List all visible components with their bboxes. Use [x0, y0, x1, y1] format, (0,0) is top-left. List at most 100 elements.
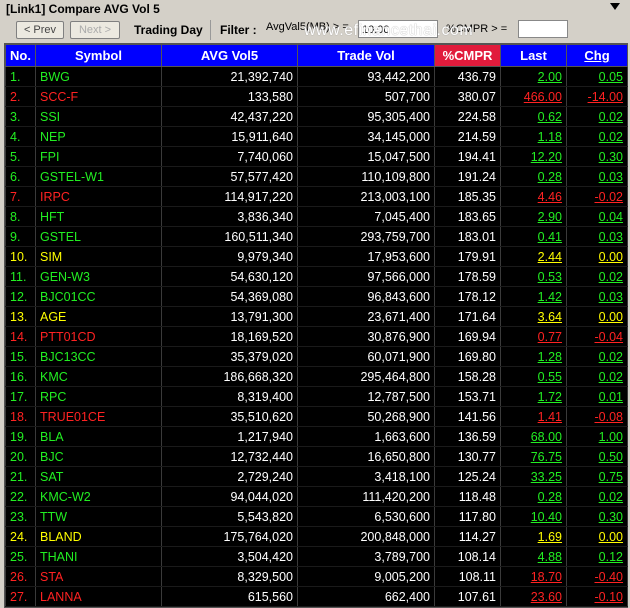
last-price-cell[interactable]: 33.25: [500, 466, 567, 487]
col-symbol-header[interactable]: Symbol: [35, 44, 162, 67]
last-price-cell[interactable]: 1.69: [500, 526, 567, 547]
symbol-cell[interactable]: BLA: [35, 426, 162, 447]
last-price-cell[interactable]: 76.75: [500, 446, 567, 467]
symbol-cell[interactable]: NEP: [35, 126, 162, 147]
table-row[interactable]: 20. BJC 12,732,440 16,650,800 130.77 76.75 0.5…: [5, 446, 628, 467]
symbol-cell[interactable]: THANI: [35, 546, 162, 567]
last-price-cell[interactable]: 0.55: [500, 366, 567, 387]
change-cell[interactable]: -0.40: [566, 566, 628, 587]
symbol-cell[interactable]: LANNA: [35, 586, 162, 607]
symbol-cell[interactable]: BLAND: [35, 526, 162, 547]
change-cell[interactable]: 1.00: [566, 426, 628, 447]
table-row[interactable]: 16. KMC 186,668,320 295,464,800 158.28 0.55 0.…: [5, 366, 628, 387]
last-price-cell[interactable]: 3.64: [500, 306, 567, 327]
table-row[interactable]: 12. BJC01CC 54,369,080 96,843,600 178.12 1.42…: [5, 286, 628, 307]
change-cell[interactable]: 0.00: [566, 246, 628, 267]
last-price-cell[interactable]: 4.46: [500, 186, 567, 207]
table-row[interactable]: 7. IRPC 114,917,220 213,003,100 185.35 4.46 -0…: [5, 186, 628, 207]
table-row[interactable]: 23. TTW 5,543,820 6,530,600 117.80 10.40 0.30: [5, 506, 628, 527]
last-price-cell[interactable]: 0.53: [500, 266, 567, 287]
table-row[interactable]: 3. SSI 42,437,220 95,305,400 224.58 0.62 0.02: [5, 106, 628, 127]
change-cell[interactable]: 0.00: [566, 306, 628, 327]
symbol-cell[interactable]: SAT: [35, 466, 162, 487]
table-row[interactable]: 17. RPC 8,319,400 12,787,500 153.71 1.72 0.01: [5, 386, 628, 407]
last-price-cell[interactable]: 4.88: [500, 546, 567, 567]
change-cell[interactable]: 0.03: [566, 226, 628, 247]
col-last-header[interactable]: Last: [500, 44, 567, 67]
last-price-cell[interactable]: 0.41: [500, 226, 567, 247]
symbol-cell[interactable]: BWG: [35, 66, 162, 87]
symbol-cell[interactable]: BJC: [35, 446, 162, 467]
col-tradevol-header[interactable]: Trade Vol: [297, 44, 435, 67]
symbol-cell[interactable]: AGE: [35, 306, 162, 327]
symbol-cell[interactable]: BJC13CC: [35, 346, 162, 367]
symbol-cell[interactable]: GEN-W3: [35, 266, 162, 287]
change-cell[interactable]: 0.02: [566, 486, 628, 507]
last-price-cell[interactable]: 18.70: [500, 566, 567, 587]
table-row[interactable]: 14. PTT01CD 18,169,520 30,876,900 169.94 0.77…: [5, 326, 628, 347]
next-button[interactable]: Next >: [70, 21, 120, 39]
change-cell[interactable]: 0.75: [566, 466, 628, 487]
table-row[interactable]: 21. SAT 2,729,240 3,418,100 125.24 33.25 0.75: [5, 466, 628, 487]
col-avgvol5-header[interactable]: AVG Vol5: [161, 44, 298, 67]
last-price-cell[interactable]: 2.00: [500, 66, 567, 87]
table-row[interactable]: 8. HFT 3,836,340 7,045,400 183.65 2.90 0.04: [5, 206, 628, 227]
change-cell[interactable]: 0.30: [566, 506, 628, 527]
change-cell[interactable]: 0.02: [566, 106, 628, 127]
last-price-cell[interactable]: 10.40: [500, 506, 567, 527]
symbol-cell[interactable]: FPI: [35, 146, 162, 167]
change-cell[interactable]: 0.02: [566, 366, 628, 387]
table-row[interactable]: 10. SIM 9,979,340 17,953,600 179.91 2.44 0.00: [5, 246, 628, 267]
change-cell[interactable]: 0.02: [566, 266, 628, 287]
change-cell[interactable]: 0.30: [566, 146, 628, 167]
col-no-header[interactable]: No.: [5, 44, 36, 67]
change-cell[interactable]: -0.02: [566, 186, 628, 207]
table-row[interactable]: 5. FPI 7,740,060 15,047,500 194.41 12.20 0.30: [5, 146, 628, 167]
table-row[interactable]: 13. AGE 13,791,300 23,671,400 171.64 3.64 0.00: [5, 306, 628, 327]
last-price-cell[interactable]: 1.28: [500, 346, 567, 367]
change-cell[interactable]: 0.03: [566, 166, 628, 187]
change-cell[interactable]: 0.02: [566, 346, 628, 367]
symbol-cell[interactable]: SSI: [35, 106, 162, 127]
symbol-cell[interactable]: SCC-F: [35, 86, 162, 107]
change-cell[interactable]: 0.01: [566, 386, 628, 407]
symbol-cell[interactable]: GSTEL: [35, 226, 162, 247]
last-price-cell[interactable]: 1.41: [500, 406, 567, 427]
symbol-cell[interactable]: TTW: [35, 506, 162, 527]
table-row[interactable]: 19. BLA 1,217,940 1,663,600 136.59 68.00 1.00: [5, 426, 628, 447]
last-price-cell[interactable]: 1.18: [500, 126, 567, 147]
symbol-cell[interactable]: HFT: [35, 206, 162, 227]
dropdown-arrow-icon[interactable]: [610, 3, 620, 10]
change-cell[interactable]: 0.03: [566, 286, 628, 307]
symbol-cell[interactable]: TRUE01CE: [35, 406, 162, 427]
cmpr-value-input[interactable]: [518, 20, 568, 38]
change-cell[interactable]: 0.12: [566, 546, 628, 567]
change-cell[interactable]: 0.05: [566, 66, 628, 87]
last-price-cell[interactable]: 0.62: [500, 106, 567, 127]
table-row[interactable]: 6. GSTEL-W1 57,577,420 110,109,800 191.24 0.2…: [5, 166, 628, 187]
table-row[interactable]: 15. BJC13CC 35,379,020 60,071,900 169.80 1.28…: [5, 346, 628, 367]
change-cell[interactable]: -0.10: [566, 586, 628, 607]
prev-button[interactable]: < Prev: [16, 21, 64, 39]
table-row[interactable]: 26. STA 8,329,500 9,005,200 108.11 18.70 -0.40: [5, 566, 628, 587]
col-chg-header[interactable]: Chg: [566, 44, 628, 67]
table-row[interactable]: 1. BWG 21,392,740 93,442,200 436.79 2.00 0.05: [5, 66, 628, 87]
table-row[interactable]: 24. BLAND 175,764,020 200,848,000 114.27 1.69…: [5, 526, 628, 547]
change-cell[interactable]: 0.02: [566, 126, 628, 147]
last-price-cell[interactable]: 2.44: [500, 246, 567, 267]
table-row[interactable]: 9. GSTEL 160,511,340 293,759,700 183.01 0.41 0…: [5, 226, 628, 247]
last-price-cell[interactable]: 466.00: [500, 86, 567, 107]
table-row[interactable]: 2. SCC-F 133,580 507,700 380.07 466.00 -14.00: [5, 86, 628, 107]
symbol-cell[interactable]: IRPC: [35, 186, 162, 207]
symbol-cell[interactable]: STA: [35, 566, 162, 587]
table-row[interactable]: 22. KMC-W2 94,044,020 111,420,200 118.48 0.28…: [5, 486, 628, 507]
last-price-cell[interactable]: 68.00: [500, 426, 567, 447]
last-price-cell[interactable]: 0.28: [500, 486, 567, 507]
last-price-cell[interactable]: 2.90: [500, 206, 567, 227]
symbol-cell[interactable]: PTT01CD: [35, 326, 162, 347]
table-row[interactable]: 11. GEN-W3 54,630,120 97,566,000 178.59 0.53 0…: [5, 266, 628, 287]
symbol-cell[interactable]: RPC: [35, 386, 162, 407]
symbol-cell[interactable]: SIM: [35, 246, 162, 267]
symbol-cell[interactable]: KMC-W2: [35, 486, 162, 507]
table-row[interactable]: 25. THANI 3,504,420 3,789,700 108.14 4.88 0.12: [5, 546, 628, 567]
